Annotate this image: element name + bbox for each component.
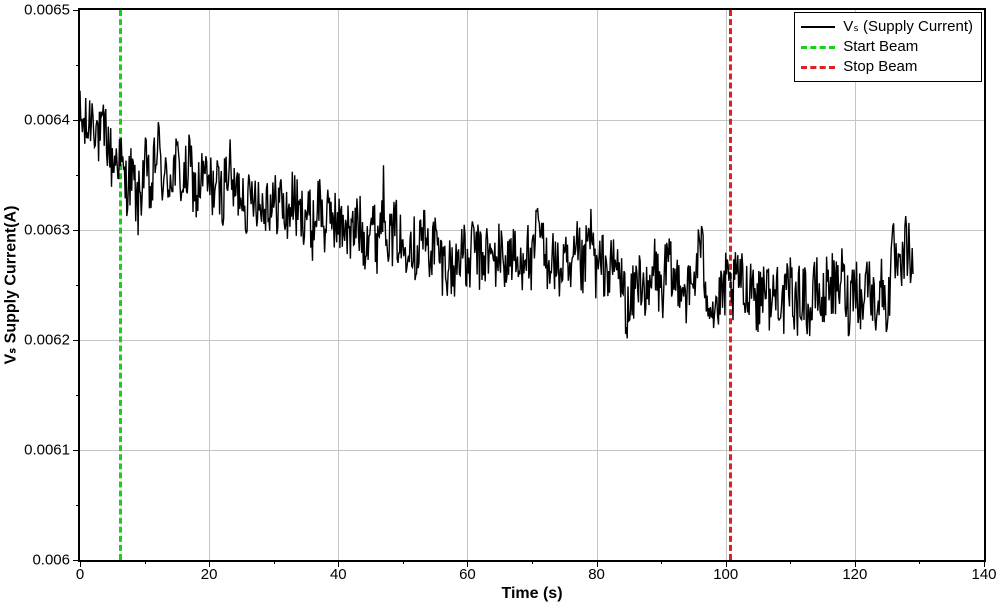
y-tick-major xyxy=(73,340,80,341)
x-tick-label: 120 xyxy=(842,566,867,583)
x-tick-minor xyxy=(919,560,920,564)
x-tick-label: 40 xyxy=(330,566,347,583)
legend-swatch xyxy=(801,46,835,49)
x-tick-minor xyxy=(274,560,275,564)
x-tick-minor xyxy=(790,560,791,564)
legend-entry: Stop Beam xyxy=(801,57,973,77)
y-tick-major xyxy=(73,230,80,231)
x-tick-label: 60 xyxy=(459,566,476,583)
x-axis-title: Time (s) xyxy=(78,585,986,603)
y-axis-title: Vₛ Supply Current(A) xyxy=(0,206,20,365)
x-tick-label: 140 xyxy=(971,566,996,583)
x-tick-minor xyxy=(145,560,146,564)
y-axis-title-wrap: Vₛ Supply Current(A) xyxy=(0,8,30,562)
legend-swatch xyxy=(801,66,835,69)
series-supply-current xyxy=(80,10,984,560)
legend-entries: Vₛ (Supply Current)Start BeamStop Beam xyxy=(801,17,973,77)
x-tick-minor xyxy=(532,560,533,564)
legend-swatch xyxy=(801,26,835,28)
x-tick-label: 20 xyxy=(201,566,218,583)
x-tick-label: 0 xyxy=(76,566,84,583)
x-tick-minor xyxy=(403,560,404,564)
y-tick-major xyxy=(73,560,80,561)
y-tick-major xyxy=(73,450,80,451)
y-tick-major xyxy=(73,10,80,11)
legend-entry: Vₛ (Supply Current) xyxy=(801,17,973,37)
plot-area: Vₛ (Supply Current)Start BeamStop Beam xyxy=(78,8,986,562)
legend-entry: Start Beam xyxy=(801,37,973,57)
y-tick-major xyxy=(73,120,80,121)
legend-label: Stop Beam xyxy=(843,57,917,77)
legend-label: Start Beam xyxy=(843,37,918,57)
legend-label: Vₛ (Supply Current) xyxy=(843,17,973,37)
legend: Vₛ (Supply Current)Start BeamStop Beam xyxy=(794,12,982,82)
x-tick-label: 80 xyxy=(588,566,605,583)
x-tick-label: 100 xyxy=(713,566,738,583)
x-tick-minor xyxy=(661,560,662,564)
